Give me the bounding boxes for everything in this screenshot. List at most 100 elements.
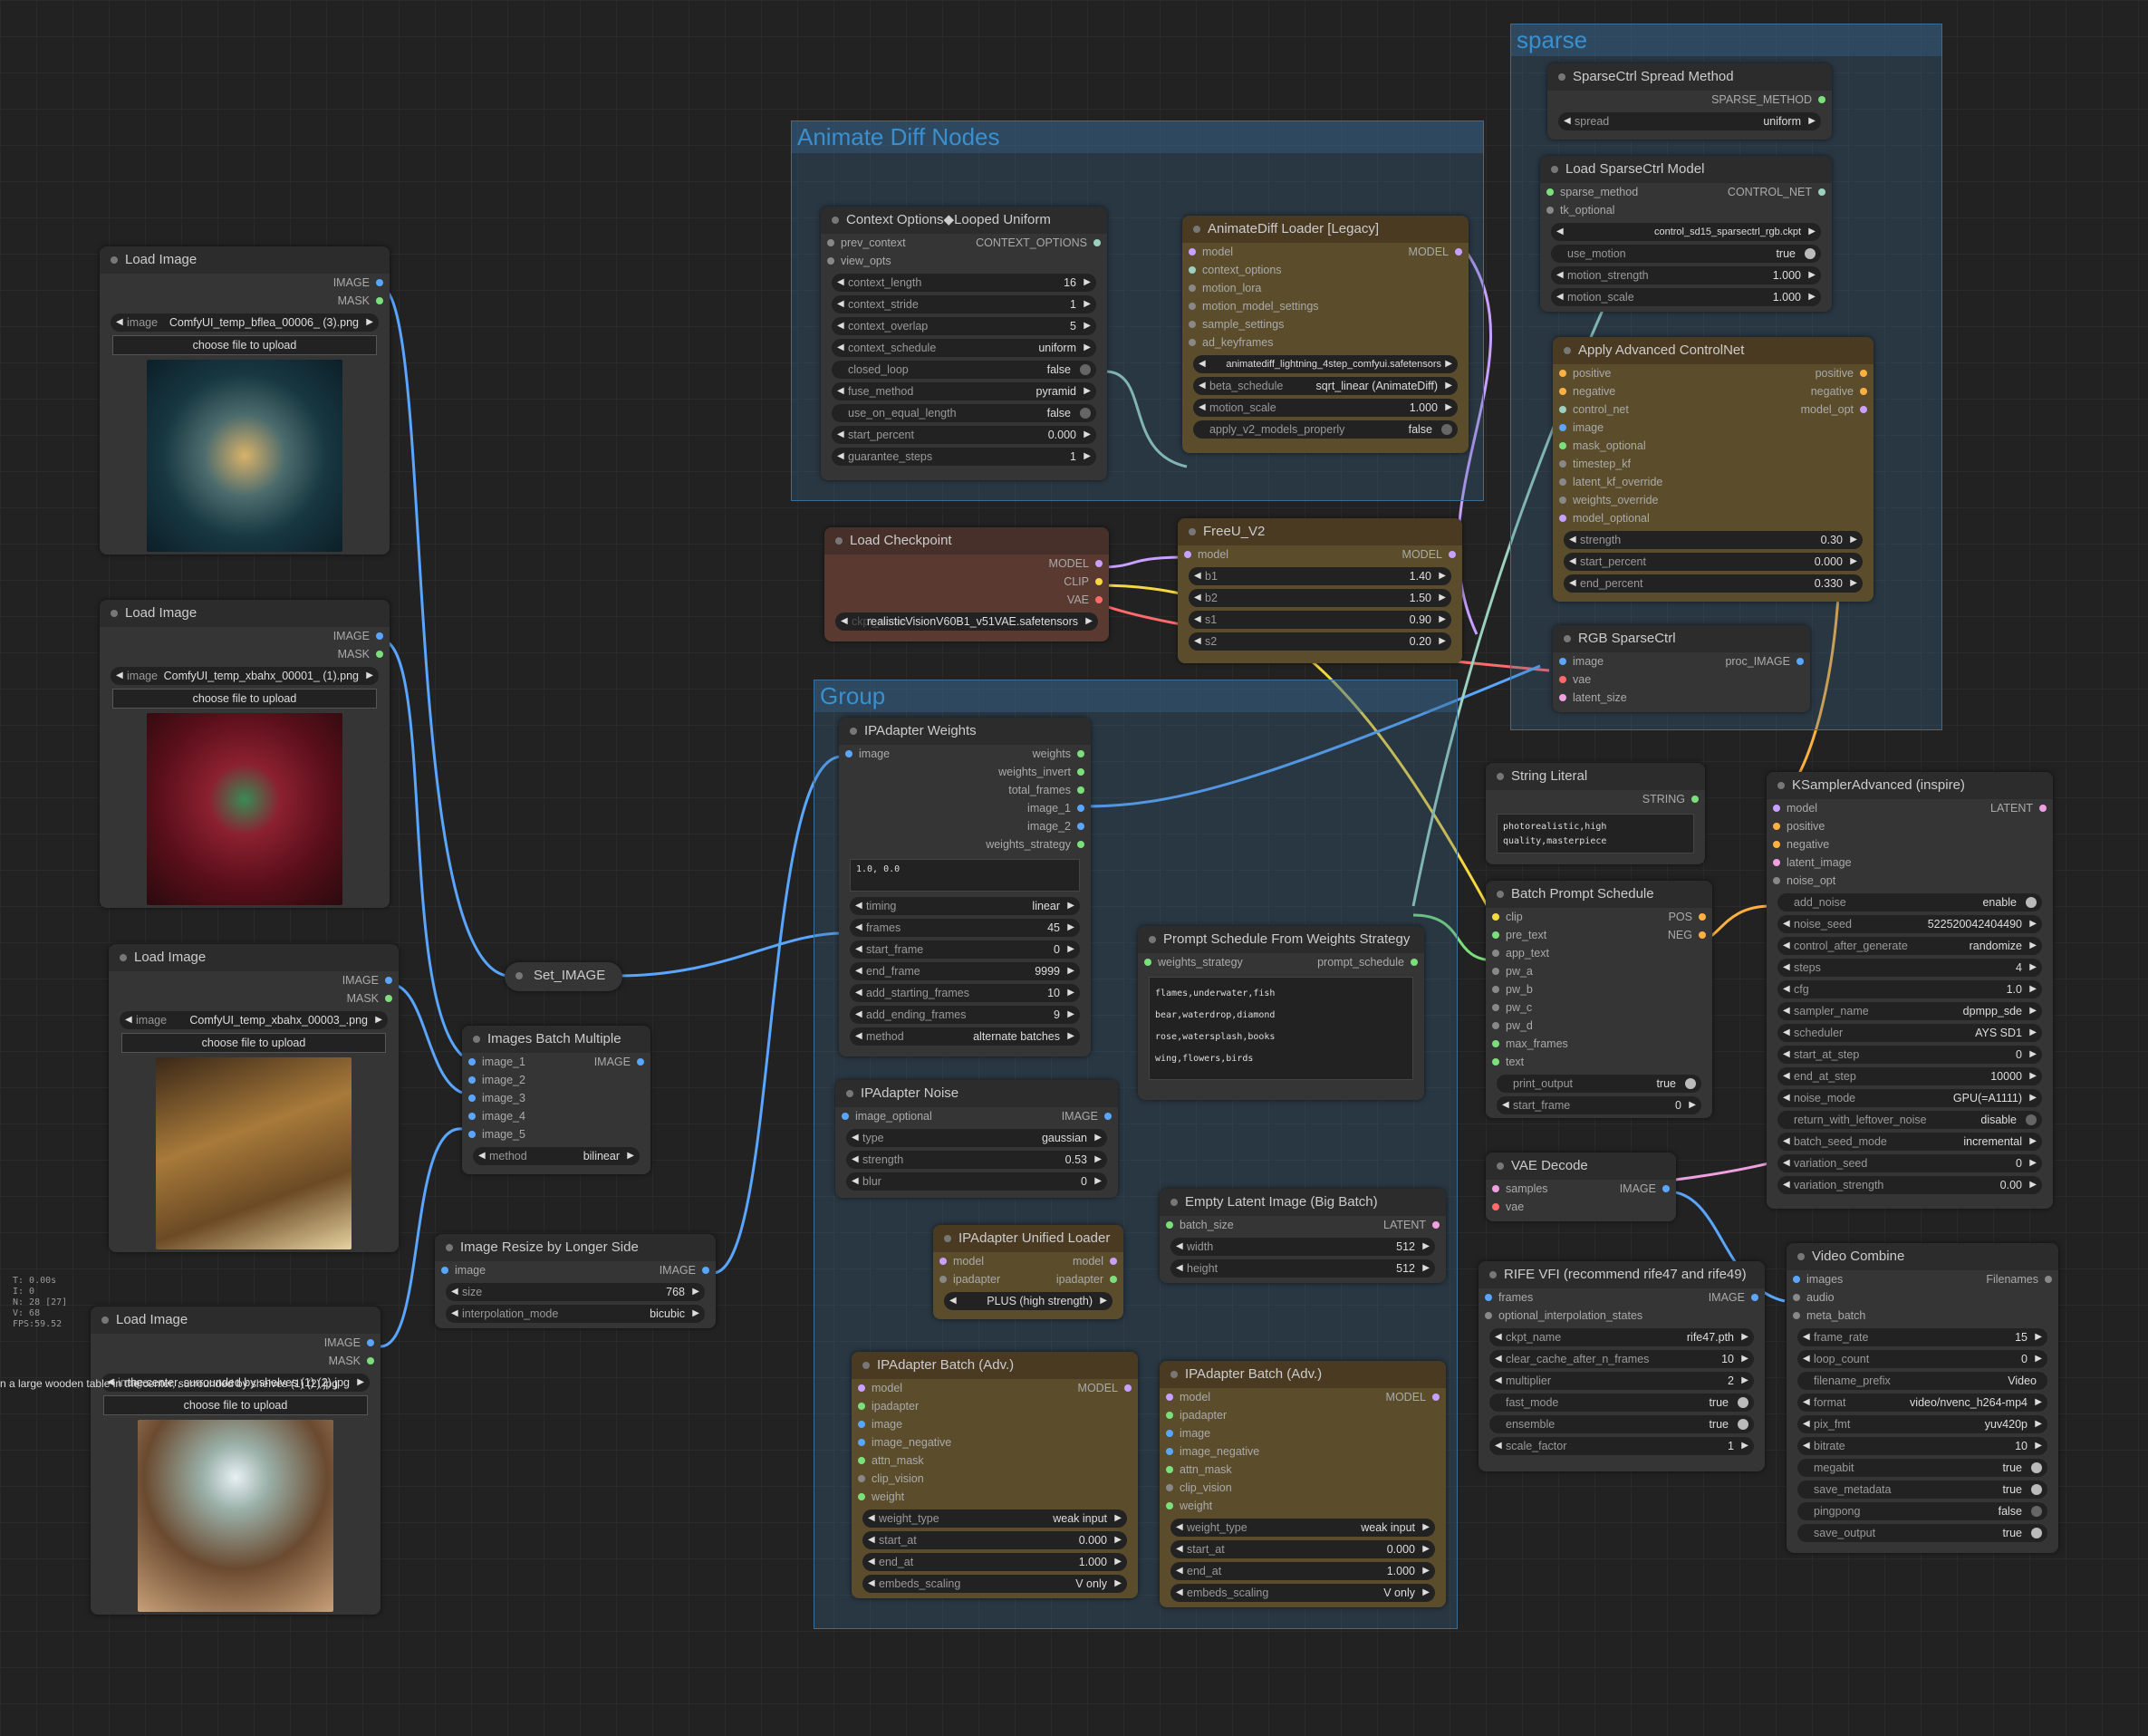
string-textarea[interactable]: photorealistic,high quality,masterpiece bbox=[1497, 814, 1694, 854]
node-title[interactable]: RIFE VFI (recommend rife47 and rife49) bbox=[1479, 1261, 1765, 1288]
input-dot[interactable] bbox=[1793, 1294, 1800, 1301]
input-dot[interactable] bbox=[939, 1276, 947, 1283]
input-dot[interactable] bbox=[1492, 1203, 1499, 1210]
start-percent-widget[interactable]: start_percent 0.000 bbox=[832, 426, 1096, 444]
output-dot[interactable] bbox=[1751, 1294, 1758, 1301]
input-dot[interactable] bbox=[468, 1058, 476, 1066]
load-image-node-2[interactable]: Load Image IMAGE MASK image ComfyUI_temp_… bbox=[100, 600, 390, 908]
closed-loop-toggle[interactable]: closed_loop false bbox=[832, 361, 1096, 379]
output-dot[interactable] bbox=[1432, 1394, 1440, 1401]
node-title[interactable]: IPAdapter Batch (Adv.) bbox=[1160, 1361, 1446, 1388]
batch-prompt-schedule-node[interactable]: Batch Prompt Schedule clip POS pre_text NE… bbox=[1486, 881, 1712, 1118]
load-image-node-3[interactable]: Load Image IMAGE MASK image ComfyUI_temp_… bbox=[109, 944, 399, 1252]
timing-widget[interactable]: timing linear bbox=[850, 897, 1080, 915]
output-dot[interactable] bbox=[1104, 1113, 1112, 1120]
input-dot[interactable] bbox=[1559, 424, 1566, 431]
input-dot[interactable] bbox=[1559, 460, 1566, 468]
input-dot[interactable] bbox=[939, 1258, 947, 1265]
input-dot[interactable] bbox=[858, 1403, 865, 1410]
output-dot[interactable] bbox=[1699, 931, 1706, 939]
input-dot[interactable] bbox=[1184, 551, 1191, 558]
start-frame-widget[interactable]: start_frame 0 bbox=[850, 940, 1080, 959]
input-dot[interactable] bbox=[1485, 1312, 1492, 1319]
input-dot[interactable] bbox=[1492, 931, 1499, 939]
input-dot[interactable] bbox=[1773, 823, 1780, 830]
ipadapter-unified-loader-node[interactable]: IPAdapter Unified Loader model model ipad… bbox=[933, 1225, 1123, 1319]
start-at-widget[interactable]: start_at 0.000 bbox=[1170, 1540, 1435, 1558]
load-sparsectrl-node[interactable]: Load SparseCtrl Model sparse_method CONTR… bbox=[1540, 156, 1832, 312]
image-select[interactable]: image ComfyUI_temp_bflea_00006_ (3).png bbox=[111, 313, 379, 332]
node-title[interactable]: String Literal bbox=[1486, 763, 1705, 790]
s2-widget[interactable]: s2 0.20 bbox=[1189, 632, 1451, 651]
node-title[interactable]: Images Batch Multiple bbox=[462, 1026, 650, 1053]
upload-button[interactable]: choose file to upload bbox=[121, 1033, 386, 1053]
model-name-widget[interactable]: animatediff_lightning_4step_comfyui.safe… bbox=[1193, 355, 1458, 373]
clear-cache-widget[interactable]: clear_cache_after_n_frames 10 bbox=[1489, 1350, 1754, 1368]
end-frame-widget[interactable]: end_frame 9999 bbox=[850, 962, 1080, 980]
input-dot[interactable] bbox=[1773, 805, 1780, 812]
upload-button[interactable]: choose file to upload bbox=[103, 1395, 368, 1415]
node-title[interactable]: Empty Latent Image (Big Batch) bbox=[1160, 1189, 1446, 1216]
output-dot[interactable] bbox=[1860, 406, 1867, 413]
pingpong-toggle[interactable]: pingpong false bbox=[1797, 1502, 2047, 1520]
input-dot[interactable] bbox=[1189, 266, 1196, 274]
start-percent-widget[interactable]: start_percent 0.000 bbox=[1564, 553, 1863, 571]
output-dot[interactable] bbox=[1860, 370, 1867, 377]
input-dot[interactable] bbox=[1492, 1185, 1499, 1192]
output-dot[interactable] bbox=[1411, 959, 1418, 966]
output-dot[interactable] bbox=[376, 279, 383, 286]
image-select[interactable]: image ComfyUI_temp_xbahx_00001_ (1).png bbox=[111, 667, 379, 685]
output-dot[interactable] bbox=[1077, 805, 1084, 812]
frames-widget[interactable]: frames 45 bbox=[850, 919, 1080, 937]
image-resize-node[interactable]: Image Resize by Longer Side image IMAGE s… bbox=[435, 1234, 716, 1328]
input-dot[interactable] bbox=[1492, 986, 1499, 993]
input-dot[interactable] bbox=[1492, 1022, 1499, 1029]
scale-factor-widget[interactable]: scale_factor 1 bbox=[1489, 1437, 1754, 1455]
input-dot[interactable] bbox=[858, 1493, 865, 1500]
add-ending-frames-widget[interactable]: add_ending_frames 9 bbox=[850, 1006, 1080, 1024]
loop-count-widget[interactable]: loop_count 0 bbox=[1797, 1350, 2047, 1368]
output-dot[interactable] bbox=[1124, 1384, 1132, 1392]
node-title[interactable]: Load Image bbox=[109, 944, 399, 971]
weight-type-widget[interactable]: weight_type weak input bbox=[1170, 1519, 1435, 1537]
method-select[interactable]: method bilinear bbox=[473, 1147, 640, 1165]
node-title[interactable]: Load SparseCtrl Model bbox=[1540, 156, 1832, 183]
output-dot[interactable] bbox=[1818, 96, 1825, 103]
string-literal-node[interactable]: String Literal STRING photorealistic,hig… bbox=[1486, 763, 1705, 864]
output-dot[interactable] bbox=[702, 1267, 709, 1274]
save-metadata-toggle[interactable]: save_metadata true bbox=[1797, 1480, 2047, 1499]
ipadapter-batch-node-2[interactable]: IPAdapter Batch (Adv.) model MODEL ipadap… bbox=[1160, 1361, 1446, 1607]
output-dot[interactable] bbox=[1691, 796, 1699, 803]
node-title[interactable]: Prompt Schedule From Weights Strategy bbox=[1138, 926, 1424, 953]
input-dot[interactable] bbox=[1559, 658, 1566, 665]
variation-seed-widget[interactable]: variation_seed 0 bbox=[1777, 1154, 2042, 1172]
input-dot[interactable] bbox=[441, 1267, 448, 1274]
output-dot[interactable] bbox=[367, 1339, 374, 1346]
fast-mode-toggle[interactable]: fast_mode true bbox=[1489, 1394, 1754, 1412]
input-dot[interactable] bbox=[858, 1439, 865, 1446]
ckpt-name-widget[interactable]: ckpt_name rife47.pth bbox=[1489, 1328, 1754, 1346]
b1-widget[interactable]: b1 1.40 bbox=[1189, 567, 1451, 585]
output-dot[interactable] bbox=[376, 651, 383, 658]
megabit-toggle[interactable]: megabit true bbox=[1797, 1459, 2047, 1477]
beta-schedule-widget[interactable]: beta_schedule sqrt_linear (AnimateDiff) bbox=[1193, 377, 1458, 395]
return-leftover-noise-toggle[interactable]: return_with_leftover_noise disable bbox=[1777, 1111, 2042, 1129]
node-title[interactable]: FreeU_V2 bbox=[1178, 518, 1462, 545]
noise-mode-widget[interactable]: noise_mode GPU(=A1111) bbox=[1777, 1089, 2042, 1107]
rife-vfi-node[interactable]: RIFE VFI (recommend rife47 and rife49) f… bbox=[1479, 1261, 1765, 1471]
type-widget[interactable]: type gaussian bbox=[846, 1129, 1107, 1147]
output-dot[interactable] bbox=[1077, 823, 1084, 830]
freeu-v2-node[interactable]: FreeU_V2 model MODEL b1 1.40 b2 1.50 s1 0.90… bbox=[1178, 518, 1462, 663]
input-dot[interactable] bbox=[1492, 950, 1499, 957]
input-dot[interactable] bbox=[1773, 877, 1780, 884]
output-dot[interactable] bbox=[1110, 1276, 1117, 1283]
output-dot[interactable] bbox=[1455, 248, 1462, 256]
node-title[interactable]: RGB SparseCtrl bbox=[1553, 625, 1810, 652]
input-dot[interactable] bbox=[1166, 1502, 1173, 1509]
motion-scale-widget[interactable]: motion_scale 1.000 bbox=[1551, 288, 1821, 306]
output-dot[interactable] bbox=[1699, 913, 1706, 921]
output-dot[interactable] bbox=[1095, 596, 1103, 603]
output-dot[interactable] bbox=[1818, 188, 1825, 196]
image-select[interactable]: image ComfyUI_temp_xbahx_00003_.png bbox=[120, 1011, 388, 1029]
node-title[interactable]: Load Image bbox=[91, 1307, 380, 1334]
